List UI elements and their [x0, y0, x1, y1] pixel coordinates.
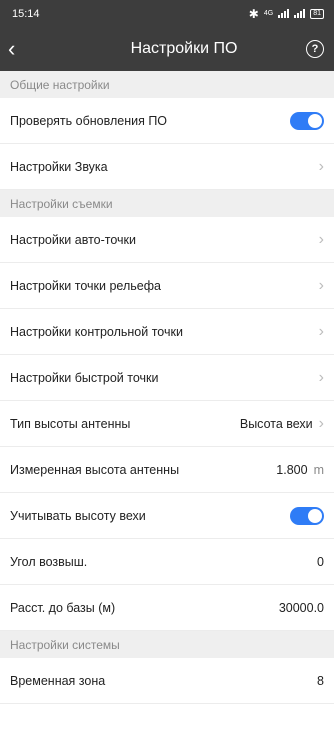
- quick-point-label: Настройки быстрой точки: [10, 370, 159, 385]
- control-point-row[interactable]: Настройки контрольной точки ›: [0, 309, 334, 355]
- signal-icon: [278, 9, 290, 18]
- antenna-height-type-value: Высота вехи: [239, 416, 313, 431]
- bluetooth-icon: ✱: [248, 6, 259, 21]
- topo-point-row[interactable]: Настройки точки рельефа ›: [0, 263, 334, 309]
- elevation-angle-value[interactable]: 0: [317, 555, 324, 569]
- status-time: 15:14: [12, 7, 40, 20]
- control-point-label: Настройки контрольной точки: [10, 324, 183, 339]
- auto-point-label: Настройки авто-точки: [10, 232, 137, 247]
- sound-settings-label: Настройки Звука: [10, 159, 108, 174]
- back-arrow-icon[interactable]: ‹: [8, 38, 32, 60]
- check-updates-label: Проверять обновления ПО: [10, 113, 168, 128]
- topo-point-label: Настройки точки рельефа: [10, 278, 161, 293]
- section-survey: Настройки съемки: [0, 190, 334, 217]
- chevron-right-icon: ›: [318, 414, 324, 432]
- chevron-right-icon: ›: [318, 157, 324, 175]
- section-general: Общие настройки: [0, 71, 334, 98]
- auto-point-row[interactable]: Настройки авто-точки ›: [0, 217, 334, 263]
- check-updates-row[interactable]: Проверять обновления ПО: [0, 98, 334, 144]
- consider-pole-height-row[interactable]: Учитывать высоту вехи: [0, 493, 334, 539]
- chevron-right-icon: ›: [318, 322, 324, 340]
- chevron-right-icon: ›: [318, 276, 324, 294]
- measured-antenna-height-label: Измеренная высота антенны: [10, 462, 180, 477]
- antenna-height-type-label: Тип высоты антенны: [10, 416, 131, 431]
- signal-icon-2: [294, 9, 306, 18]
- network-type: 4G: [263, 10, 274, 17]
- help-icon[interactable]: ?: [306, 40, 324, 58]
- battery-icon: 81: [310, 8, 324, 19]
- sound-settings-row[interactable]: Настройки Звука ›: [0, 144, 334, 190]
- page-title: Настройки ПО: [130, 40, 238, 57]
- consider-pole-height-toggle[interactable]: [290, 506, 324, 525]
- status-icons: ✱ 4G 81: [249, 7, 324, 21]
- chevron-right-icon: ›: [318, 230, 324, 248]
- base-distance-label: Расст. до базы (м): [10, 600, 116, 615]
- consider-pole-height-label: Учитывать высоту вехи: [10, 508, 146, 523]
- time-zone-row[interactable]: Временная зона 8: [0, 658, 334, 704]
- quick-point-row[interactable]: Настройки быстрой точки ›: [0, 355, 334, 401]
- time-zone-value[interactable]: 8: [317, 674, 324, 688]
- measured-antenna-height-row[interactable]: Измеренная высота антенны 1.800 m: [0, 447, 334, 493]
- measured-antenna-height-value[interactable]: 1.800: [276, 463, 307, 477]
- base-distance-row[interactable]: Расст. до базы (м) 30000.0: [0, 585, 334, 631]
- time-zone-label: Временная зона: [10, 673, 106, 688]
- app-header: ‹ Настройки ПО ?: [0, 27, 334, 71]
- status-bar: 15:14 ✱ 4G 81: [0, 0, 334, 27]
- section-system: Настройки системы: [0, 631, 334, 658]
- chevron-right-icon: ›: [318, 368, 324, 386]
- antenna-height-type-row[interactable]: Тип высоты антенны Высота вехи ›: [0, 401, 334, 447]
- elevation-angle-label: Угол возвыш.: [10, 554, 88, 569]
- elevation-angle-row[interactable]: Угол возвыш. 0: [0, 539, 334, 585]
- base-distance-value[interactable]: 30000.0: [279, 601, 324, 615]
- measured-antenna-height-unit: m: [313, 462, 324, 477]
- check-updates-toggle[interactable]: [290, 111, 324, 130]
